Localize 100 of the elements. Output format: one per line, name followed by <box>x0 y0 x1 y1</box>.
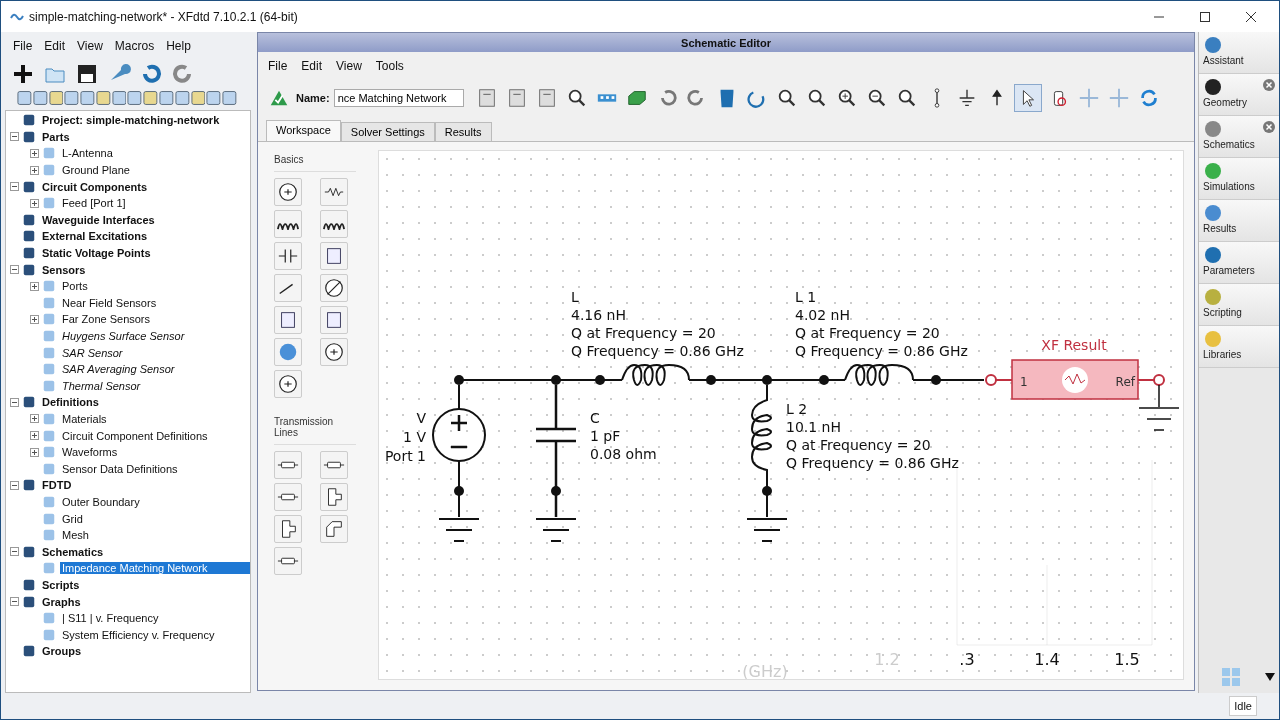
tree-item[interactable]: Near Field Sensors <box>60 296 159 309</box>
expander-icon[interactable] <box>10 480 19 490</box>
tree-item[interactable]: Waveguide Interfaces <box>40 213 157 226</box>
menu-item[interactable]: Macros <box>114 38 155 54</box>
component-button[interactable] <box>320 483 348 511</box>
sidebar-button[interactable]: Geometry <box>1199 74 1279 116</box>
menu-item[interactable]: File <box>13 38 33 54</box>
tree-item[interactable]: Feed [Port 1] <box>60 197 128 210</box>
expander-icon[interactable] <box>10 182 19 192</box>
component-button[interactable] <box>320 338 348 366</box>
tree-item[interactable]: Ground Plane <box>60 164 132 177</box>
pointer-icon[interactable] <box>1013 84 1042 112</box>
tree-item[interactable]: | S11 | v. Frequency <box>60 612 161 625</box>
node-icon <box>42 412 56 426</box>
tree-item[interactable]: Waveforms <box>60 446 120 459</box>
sidebar-button[interactable]: Scripting <box>1199 284 1279 326</box>
component-label: 1 V <box>403 429 426 445</box>
dropdown-icon[interactable] <box>1265 673 1275 681</box>
menu-item[interactable]: File <box>268 58 288 74</box>
component-button[interactable] <box>320 515 348 543</box>
tab[interactable]: Workspace <box>266 120 341 141</box>
tree-item[interactable]: Scripts <box>40 578 82 591</box>
expander-icon[interactable] <box>30 414 39 424</box>
expander-icon[interactable] <box>30 431 39 441</box>
tree-item[interactable]: Materials <box>60 413 109 425</box>
expander-icon[interactable] <box>30 149 39 158</box>
tree-item[interactable]: Huygens Surface Sensor <box>60 330 187 342</box>
tab[interactable]: Solver Settings <box>340 122 435 141</box>
tree-item[interactable]: Static Voltage Points <box>40 247 153 260</box>
expander-icon[interactable] <box>10 132 19 142</box>
maximize-icon[interactable] <box>1199 10 1211 23</box>
inductor-symbol <box>844 364 914 386</box>
expander-icon[interactable] <box>10 397 19 407</box>
component-button[interactable] <box>274 306 302 334</box>
component-button[interactable] <box>274 274 302 302</box>
tree-item[interactable]: Ports <box>60 280 90 293</box>
component-button[interactable] <box>320 306 348 334</box>
tree-item[interactable]: Definitions <box>40 396 101 409</box>
tree-item[interactable]: Graphs <box>40 595 83 608</box>
tree-item[interactable]: L-Antenna <box>60 147 115 160</box>
component-button[interactable] <box>320 274 348 302</box>
plus-icon[interactable] <box>11 62 35 86</box>
sidebar-button[interactable]: Libraries <box>1199 326 1279 368</box>
menu-item[interactable]: Help <box>166 38 191 54</box>
tree-item[interactable]: System Efficiency v. Frequency <box>60 628 217 641</box>
menu-item[interactable]: Tools <box>375 58 404 74</box>
sidebar-button[interactable]: Results <box>1199 200 1279 242</box>
tree-item[interactable]: Groups <box>40 645 84 658</box>
menu-item[interactable]: View <box>336 58 362 74</box>
tree-item[interactable]: Impedance Matching Network <box>60 562 250 575</box>
tree-item[interactable]: SAR Averaging Sensor <box>60 363 177 376</box>
component-label: 4.02 nH <box>795 307 851 323</box>
tree-item[interactable]: Mesh <box>60 529 91 542</box>
tree-item[interactable]: Sensor Data Definitions <box>60 462 180 475</box>
component-button[interactable] <box>274 370 302 398</box>
node-icon <box>22 544 36 559</box>
tree-item[interactable]: Schematics <box>40 545 106 558</box>
sidebar-button[interactable]: Parameters <box>1199 242 1279 284</box>
tree-item[interactable]: SAR Sensor <box>60 346 125 359</box>
tree-item[interactable]: External Excitations <box>40 230 150 243</box>
component-button[interactable] <box>274 210 302 238</box>
component-button[interactable] <box>320 210 348 238</box>
component-button[interactable] <box>274 178 302 206</box>
expander-icon[interactable] <box>10 265 19 275</box>
tree-item[interactable]: Sensors <box>40 263 88 276</box>
component-button[interactable] <box>274 515 302 543</box>
sidebar-button[interactable]: Assistant <box>1199 32 1279 74</box>
tree-item[interactable]: Far Zone Sensors <box>60 313 153 326</box>
tree-item[interactable]: Thermal Sensor <box>60 379 143 392</box>
menu-item[interactable]: Edit <box>44 38 66 54</box>
tree-item[interactable]: Project: simple-matching-network <box>40 114 222 127</box>
node-icon <box>42 362 56 377</box>
tree-item[interactable]: FDTD <box>40 479 74 492</box>
expander-icon[interactable] <box>30 447 39 457</box>
component-button[interactable] <box>320 242 348 270</box>
expander-icon[interactable] <box>30 314 39 324</box>
axis-label: .3 <box>959 650 975 669</box>
node-icon <box>42 295 56 310</box>
expander-icon[interactable] <box>10 547 19 557</box>
port-label: Ref <box>1115 375 1135 389</box>
tree-item[interactable]: Outer Boundary <box>60 495 142 508</box>
menu-item[interactable]: Edit <box>301 58 323 74</box>
component-label: 1 pF <box>590 428 621 444</box>
expander-icon[interactable] <box>30 198 39 208</box>
tree-item[interactable]: Grid <box>60 512 85 525</box>
expander-icon[interactable] <box>30 281 39 291</box>
sidebar-button[interactable]: Simulations <box>1199 158 1279 200</box>
inductor-symbol <box>621 364 690 386</box>
name-field[interactable]: nce Matching Network <box>333 89 464 107</box>
close-icon[interactable] <box>1245 10 1257 23</box>
component-button[interactable] <box>274 242 302 270</box>
expander-icon[interactable] <box>30 165 39 175</box>
node-icon <box>42 279 56 294</box>
tab[interactable]: Results <box>434 122 492 141</box>
tree-item[interactable]: Circuit Component Definitions <box>60 429 210 442</box>
tree-item[interactable]: Circuit Components <box>40 180 150 193</box>
tree-item[interactable]: Parts <box>40 130 72 143</box>
expander-icon[interactable] <box>10 597 19 606</box>
sidebar-button[interactable]: Schematics <box>1199 116 1279 158</box>
menu-item[interactable]: View <box>77 38 103 54</box>
